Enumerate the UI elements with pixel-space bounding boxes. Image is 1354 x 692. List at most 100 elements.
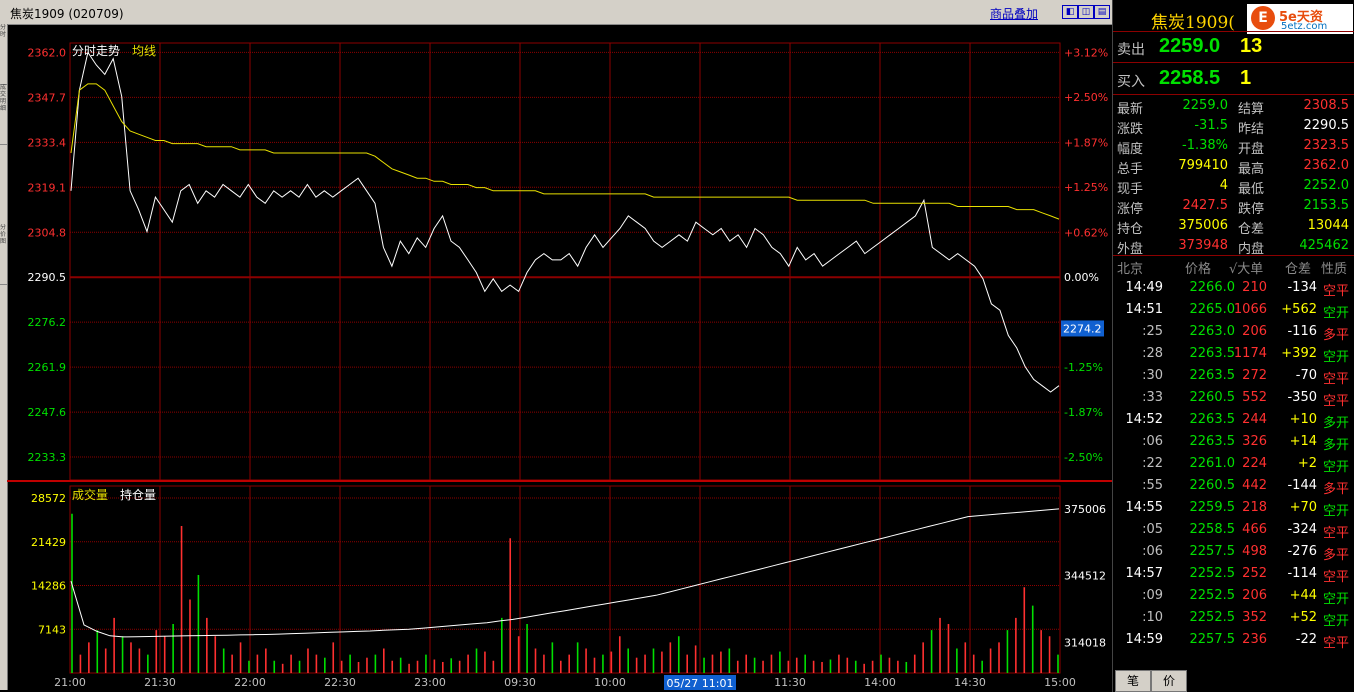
restore-icon[interactable]: ◫ xyxy=(1078,5,1094,19)
time-tick-label: 14:30 xyxy=(954,676,986,689)
trade-volume: 272 xyxy=(1242,368,1267,383)
trades-header-nature: 性质 xyxy=(1321,262,1348,277)
price-tick-label: 2247.6 xyxy=(28,406,67,419)
trade-nature: 空开 xyxy=(1322,592,1349,607)
stat-value: -1.38% xyxy=(1182,138,1228,153)
price-tick-label: 2347.7 xyxy=(28,91,67,104)
percent-tick-label: +1.25% xyxy=(1064,181,1108,194)
stat-value: 373948 xyxy=(1178,238,1228,253)
sell-volume: 13 xyxy=(1240,35,1263,57)
left-tab-1[interactable]: 分时 xyxy=(0,24,7,85)
stat-row: 最新 2259.0 结算 2308.5 xyxy=(1113,96,1354,117)
stat-label: 涨跌 xyxy=(1117,122,1144,137)
trade-time: :06 xyxy=(1142,434,1163,449)
tab-price[interactable]: 价 xyxy=(1151,670,1187,692)
percent-tick-label: -2.50% xyxy=(1064,451,1103,464)
buy-volume: 1 xyxy=(1240,67,1252,89)
quote-panel: 焦炭1909( E 5e天资 5etz.com 卖出 2259.0 13 买入 … xyxy=(1112,0,1354,692)
trade-row: :30 2263.5 272 -70 空平 xyxy=(1113,365,1354,387)
overlay-commodity-link[interactable]: 商品叠加 xyxy=(990,5,1038,22)
buy-price: 2258.5 xyxy=(1159,67,1221,89)
price-tick-label: 2333.4 xyxy=(28,136,67,149)
price-tick-label: 2261.9 xyxy=(28,361,67,374)
trade-nature: 空平 xyxy=(1322,526,1349,541)
trade-volume: 1066 xyxy=(1233,302,1267,317)
trade-volume: 498 xyxy=(1242,544,1267,559)
oi-tick-label: 375006 xyxy=(1064,503,1106,516)
stat-label: 最高 xyxy=(1238,162,1265,177)
left-tab-2[interactable]: 成交明细 xyxy=(0,84,7,145)
trade-oi-change: +52 xyxy=(1289,610,1317,625)
chart-canvas[interactable]: 2362.0 2347.7 2333.4 2319.1 2304.8 2290.5 2276… xyxy=(7,24,1112,692)
stat-value: 799410 xyxy=(1178,158,1228,173)
trade-time: :55 xyxy=(1142,478,1163,493)
stat-row: 持仓 375006 仓差 13044 xyxy=(1113,216,1354,237)
price-pane-frame xyxy=(69,42,1061,481)
volume-bars xyxy=(70,508,1060,673)
stat-label: 开盘 xyxy=(1238,142,1265,157)
trade-row: 14:57 2252.5 252 -114 空平 xyxy=(1113,563,1354,585)
trade-nature: 空开 xyxy=(1322,350,1349,365)
tab-ticks[interactable]: 笔 xyxy=(1115,670,1151,692)
trade-volume: 252 xyxy=(1242,566,1267,581)
stat-row: 幅度 -1.38% 开盘 2323.5 xyxy=(1113,136,1354,157)
trade-row: :05 2258.5 466 -324 空平 xyxy=(1113,519,1354,541)
stat-label: 总手 xyxy=(1117,162,1144,177)
trade-nature: 多开 xyxy=(1322,438,1349,453)
trade-row: 14:59 2257.5 236 -22 空平 xyxy=(1113,629,1354,651)
percent-tick-label: -1.25% xyxy=(1064,361,1103,374)
trade-oi-change: +562 xyxy=(1281,302,1317,317)
layout-icon[interactable]: ▤ xyxy=(1094,5,1110,19)
trade-time: :09 xyxy=(1142,588,1163,603)
legend-volume: 成交量 xyxy=(72,487,108,502)
price-line xyxy=(70,51,1060,393)
stat-label: 涨停 xyxy=(1117,202,1144,217)
time-tick-label: 14:00 xyxy=(864,676,896,689)
volume-pane-frame xyxy=(69,485,1061,674)
intraday-chart[interactable]: 2362.0 2347.7 2333.4 2319.1 2304.8 2290.5 2276… xyxy=(7,24,1112,692)
stat-value: -31.5 xyxy=(1194,118,1228,133)
trade-volume: 552 xyxy=(1242,390,1267,405)
trade-oi-change: +14 xyxy=(1289,434,1317,449)
average-line xyxy=(70,83,1060,220)
current-price-label: 2274.2 xyxy=(1063,322,1102,335)
legend-open-interest: 持仓量 xyxy=(120,487,156,502)
trade-oi-change: +44 xyxy=(1289,588,1317,603)
volume-tick-label: 14286 xyxy=(31,580,66,593)
trade-nature: 多开 xyxy=(1322,416,1349,431)
trade-row: 14:55 2259.5 218 +70 空开 xyxy=(1113,497,1354,519)
time-tick-label: 10:00 xyxy=(594,676,626,689)
trade-time: 14:49 xyxy=(1125,280,1163,295)
trade-nature: 空开 xyxy=(1322,460,1349,475)
oi-tick-label: 314018 xyxy=(1064,636,1106,649)
percent-tick-label: -1.87% xyxy=(1064,406,1103,419)
trade-volume: 352 xyxy=(1242,610,1267,625)
trade-time: 14:55 xyxy=(1125,500,1163,515)
chart-title-bar: 焦炭1909 (020709) 商品叠加 ◧ ◫ ▤ xyxy=(0,0,1112,25)
trade-row: :06 2263.5 326 +14 多开 xyxy=(1113,431,1354,453)
percent-tick-label: +3.12% xyxy=(1064,47,1108,60)
trade-nature: 空平 xyxy=(1322,284,1349,299)
trade-volume: 1174 xyxy=(1233,346,1267,361)
zoom-left-icon[interactable]: ◧ xyxy=(1062,5,1078,19)
stat-label: 持仓 xyxy=(1117,222,1144,237)
trade-time: :25 xyxy=(1142,324,1163,339)
trade-volume: 224 xyxy=(1242,456,1267,471)
stat-label: 最新 xyxy=(1117,102,1144,117)
left-tab-3[interactable]: 分价图 xyxy=(0,224,7,285)
trade-time: 14:51 xyxy=(1125,302,1163,317)
percent-tick-label: +2.50% xyxy=(1064,91,1108,104)
trade-time: 14:52 xyxy=(1125,412,1163,427)
trade-row: 14:51 2265.0 1066 +562 空开 xyxy=(1113,299,1354,321)
percent-tick-label: 0.00% xyxy=(1064,271,1099,284)
trade-oi-change: -134 xyxy=(1287,280,1317,295)
logo-mark: E xyxy=(1251,6,1275,30)
trade-time: :33 xyxy=(1142,390,1163,405)
trade-row: :06 2257.5 498 -276 多平 xyxy=(1113,541,1354,563)
trade-volume: 466 xyxy=(1242,522,1267,537)
stat-label: 最低 xyxy=(1238,182,1265,197)
site-logo: E 5e天资 5etz.com xyxy=(1247,4,1353,34)
price-tick-label: 2276.2 xyxy=(28,316,67,329)
trade-volume: 218 xyxy=(1242,500,1267,515)
stat-value: 2308.5 xyxy=(1303,98,1350,113)
